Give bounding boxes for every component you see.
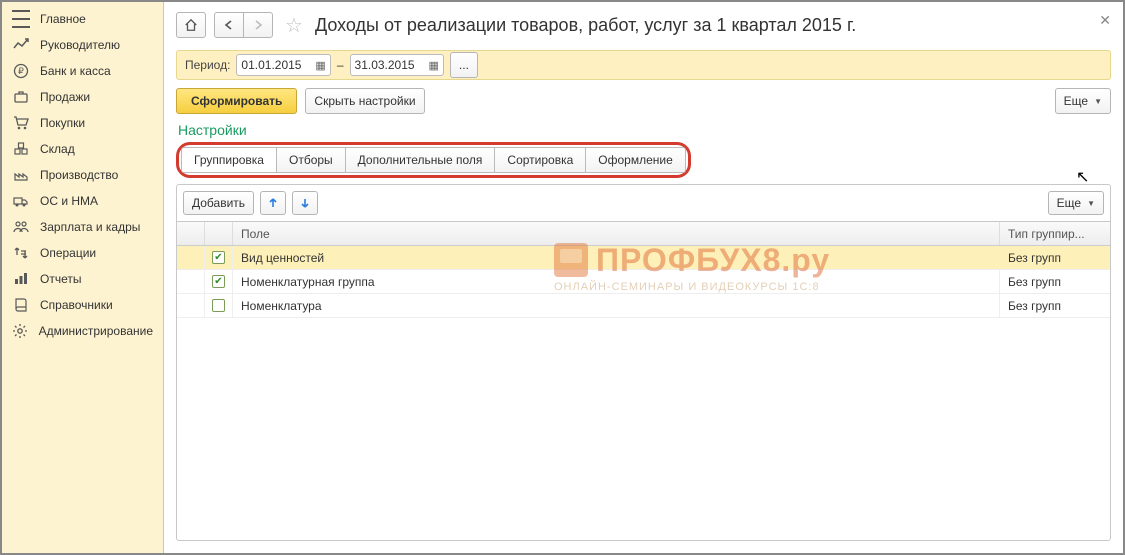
sidebar-item-admin[interactable]: Администрирование <box>2 318 163 344</box>
row-checkbox[interactable] <box>212 275 225 288</box>
sidebar-item-label: Операции <box>40 246 96 260</box>
panel-more-button[interactable]: Еще <box>1048 191 1104 215</box>
add-button[interactable]: Добавить <box>183 191 254 215</box>
date-to-field[interactable] <box>355 58 425 72</box>
row-checkbox[interactable] <box>212 251 225 264</box>
favorite-star-icon[interactable]: ☆ <box>285 13 303 38</box>
row-field: Номенклатурная группа <box>233 270 1000 293</box>
tabs-highlight: Группировка Отборы Дополнительные поля С… <box>176 142 691 178</box>
settings-panel: Добавить Еще Поле Тип группир... <box>176 184 1111 541</box>
settings-heading: Настройки <box>178 122 1109 138</box>
column-field[interactable]: Поле <box>233 222 1000 245</box>
titlebar: ☆ Доходы от реализации товаров, работ, у… <box>164 2 1123 42</box>
page-title: Доходы от реализации товаров, работ, усл… <box>315 15 856 36</box>
row-field: Вид ценностей <box>233 246 1000 269</box>
sidebar-item-label: Администрирование <box>39 324 153 338</box>
move-down-button[interactable] <box>292 191 318 215</box>
more-button[interactable]: Еще <box>1055 88 1111 114</box>
tab-extra-fields[interactable]: Дополнительные поля <box>345 147 496 173</box>
arrow-left-icon <box>224 20 234 30</box>
sidebar-item-production[interactable]: Производство <box>2 162 163 188</box>
people-icon <box>12 218 30 236</box>
tab-filters[interactable]: Отборы <box>276 147 346 173</box>
table-row[interactable]: Вид ценностей Без групп <box>177 246 1110 270</box>
sidebar-item-main[interactable]: Главное <box>2 6 163 32</box>
date-from-field[interactable] <box>241 58 311 72</box>
boxes-icon <box>12 140 30 158</box>
svg-text:₽: ₽ <box>18 66 24 76</box>
grouping-table: Поле Тип группир... Вид ценностей Без гр… <box>177 221 1110 540</box>
arrow-down-icon <box>298 196 312 210</box>
sidebar-item-purchases[interactable]: Покупки <box>2 110 163 136</box>
briefcase-icon <box>12 88 30 106</box>
sidebar-item-reports[interactable]: Отчеты <box>2 266 163 292</box>
column-group-type[interactable]: Тип группир... <box>1000 222 1110 245</box>
sidebar-item-sales[interactable]: Продажи <box>2 84 163 110</box>
sidebar-item-operations[interactable]: Операции <box>2 240 163 266</box>
table-row[interactable]: Номенклатура Без групп <box>177 294 1110 318</box>
ruble-icon: ₽ <box>12 62 30 80</box>
sidebar-item-label: Продажи <box>40 90 90 104</box>
transactions-icon <box>12 244 30 262</box>
truck-icon <box>12 192 30 210</box>
date-to-input[interactable]: ▦ <box>350 54 444 76</box>
sidebar-item-warehouse[interactable]: Склад <box>2 136 163 162</box>
hide-settings-button[interactable]: Скрыть настройки <box>305 88 424 114</box>
sidebar-item-label: Зарплата и кадры <box>40 220 140 234</box>
book-icon <box>12 296 30 314</box>
tab-appearance[interactable]: Оформление <box>585 147 685 173</box>
table-body: Вид ценностей Без групп Номенклатурная г… <box>177 246 1110 540</box>
row-field: Номенклатура <box>233 294 1000 317</box>
sidebar-item-label: Покупки <box>40 116 85 130</box>
period-separator: – <box>337 58 344 72</box>
factory-icon <box>12 166 30 184</box>
period-bar: Период: ▦ – ▦ ... <box>176 50 1111 80</box>
table-header: Поле Тип группир... <box>177 222 1110 246</box>
sidebar-item-label: ОС и НМА <box>40 194 98 208</box>
cart-icon <box>12 114 30 132</box>
menu-icon <box>12 10 30 28</box>
arrow-up-icon <box>266 196 280 210</box>
period-label: Период: <box>185 58 230 72</box>
row-group-type: Без групп <box>1000 246 1110 269</box>
sidebar: Главное Руководителю ₽ Банк и касса Прод… <box>2 2 164 553</box>
home-button[interactable] <box>176 12 206 38</box>
sidebar-item-label: Склад <box>40 142 75 156</box>
sidebar-item-label: Руководителю <box>40 38 120 52</box>
back-button[interactable] <box>214 12 244 38</box>
sidebar-item-label: Банк и касса <box>40 64 111 78</box>
home-icon <box>184 18 198 32</box>
sidebar-item-label: Отчеты <box>40 272 81 286</box>
panel-toolbar: Добавить Еще <box>177 185 1110 221</box>
generate-button[interactable]: Сформировать <box>176 88 297 114</box>
bar-chart-icon <box>12 270 30 288</box>
row-group-type: Без групп <box>1000 294 1110 317</box>
tab-sorting[interactable]: Сортировка <box>494 147 586 173</box>
sidebar-item-assets[interactable]: ОС и НМА <box>2 188 163 214</box>
forward-button[interactable] <box>243 12 273 38</box>
settings-tabs: Группировка Отборы Дополнительные поля С… <box>181 147 686 173</box>
sidebar-item-bank[interactable]: ₽ Банк и касса <box>2 58 163 84</box>
sidebar-item-catalogs[interactable]: Справочники <box>2 292 163 318</box>
sidebar-item-label: Справочники <box>40 298 113 312</box>
arrow-right-icon <box>253 20 263 30</box>
sidebar-item-label: Главное <box>40 12 86 26</box>
calendar-icon[interactable]: ▦ <box>429 59 439 72</box>
tab-grouping[interactable]: Группировка <box>181 147 277 173</box>
chart-line-icon <box>12 36 30 54</box>
table-row[interactable]: Номенклатурная группа Без групп <box>177 270 1110 294</box>
sidebar-item-manager[interactable]: Руководителю <box>2 32 163 58</box>
row-group-type: Без групп <box>1000 270 1110 293</box>
period-select-button[interactable]: ... <box>450 52 478 78</box>
calendar-icon[interactable]: ▦ <box>315 59 325 72</box>
move-up-button[interactable] <box>260 191 286 215</box>
sidebar-item-payroll[interactable]: Зарплата и кадры <box>2 214 163 240</box>
gear-icon <box>12 322 29 340</box>
row-checkbox[interactable] <box>212 299 225 312</box>
close-icon[interactable]: ✕ <box>1099 12 1111 29</box>
main-area: ✕ ☆ Доходы от реализации товаров, работ,… <box>164 2 1123 553</box>
date-from-input[interactable]: ▦ <box>236 54 330 76</box>
sidebar-item-label: Производство <box>40 168 118 182</box>
action-bar: Сформировать Скрыть настройки Еще <box>176 88 1111 114</box>
